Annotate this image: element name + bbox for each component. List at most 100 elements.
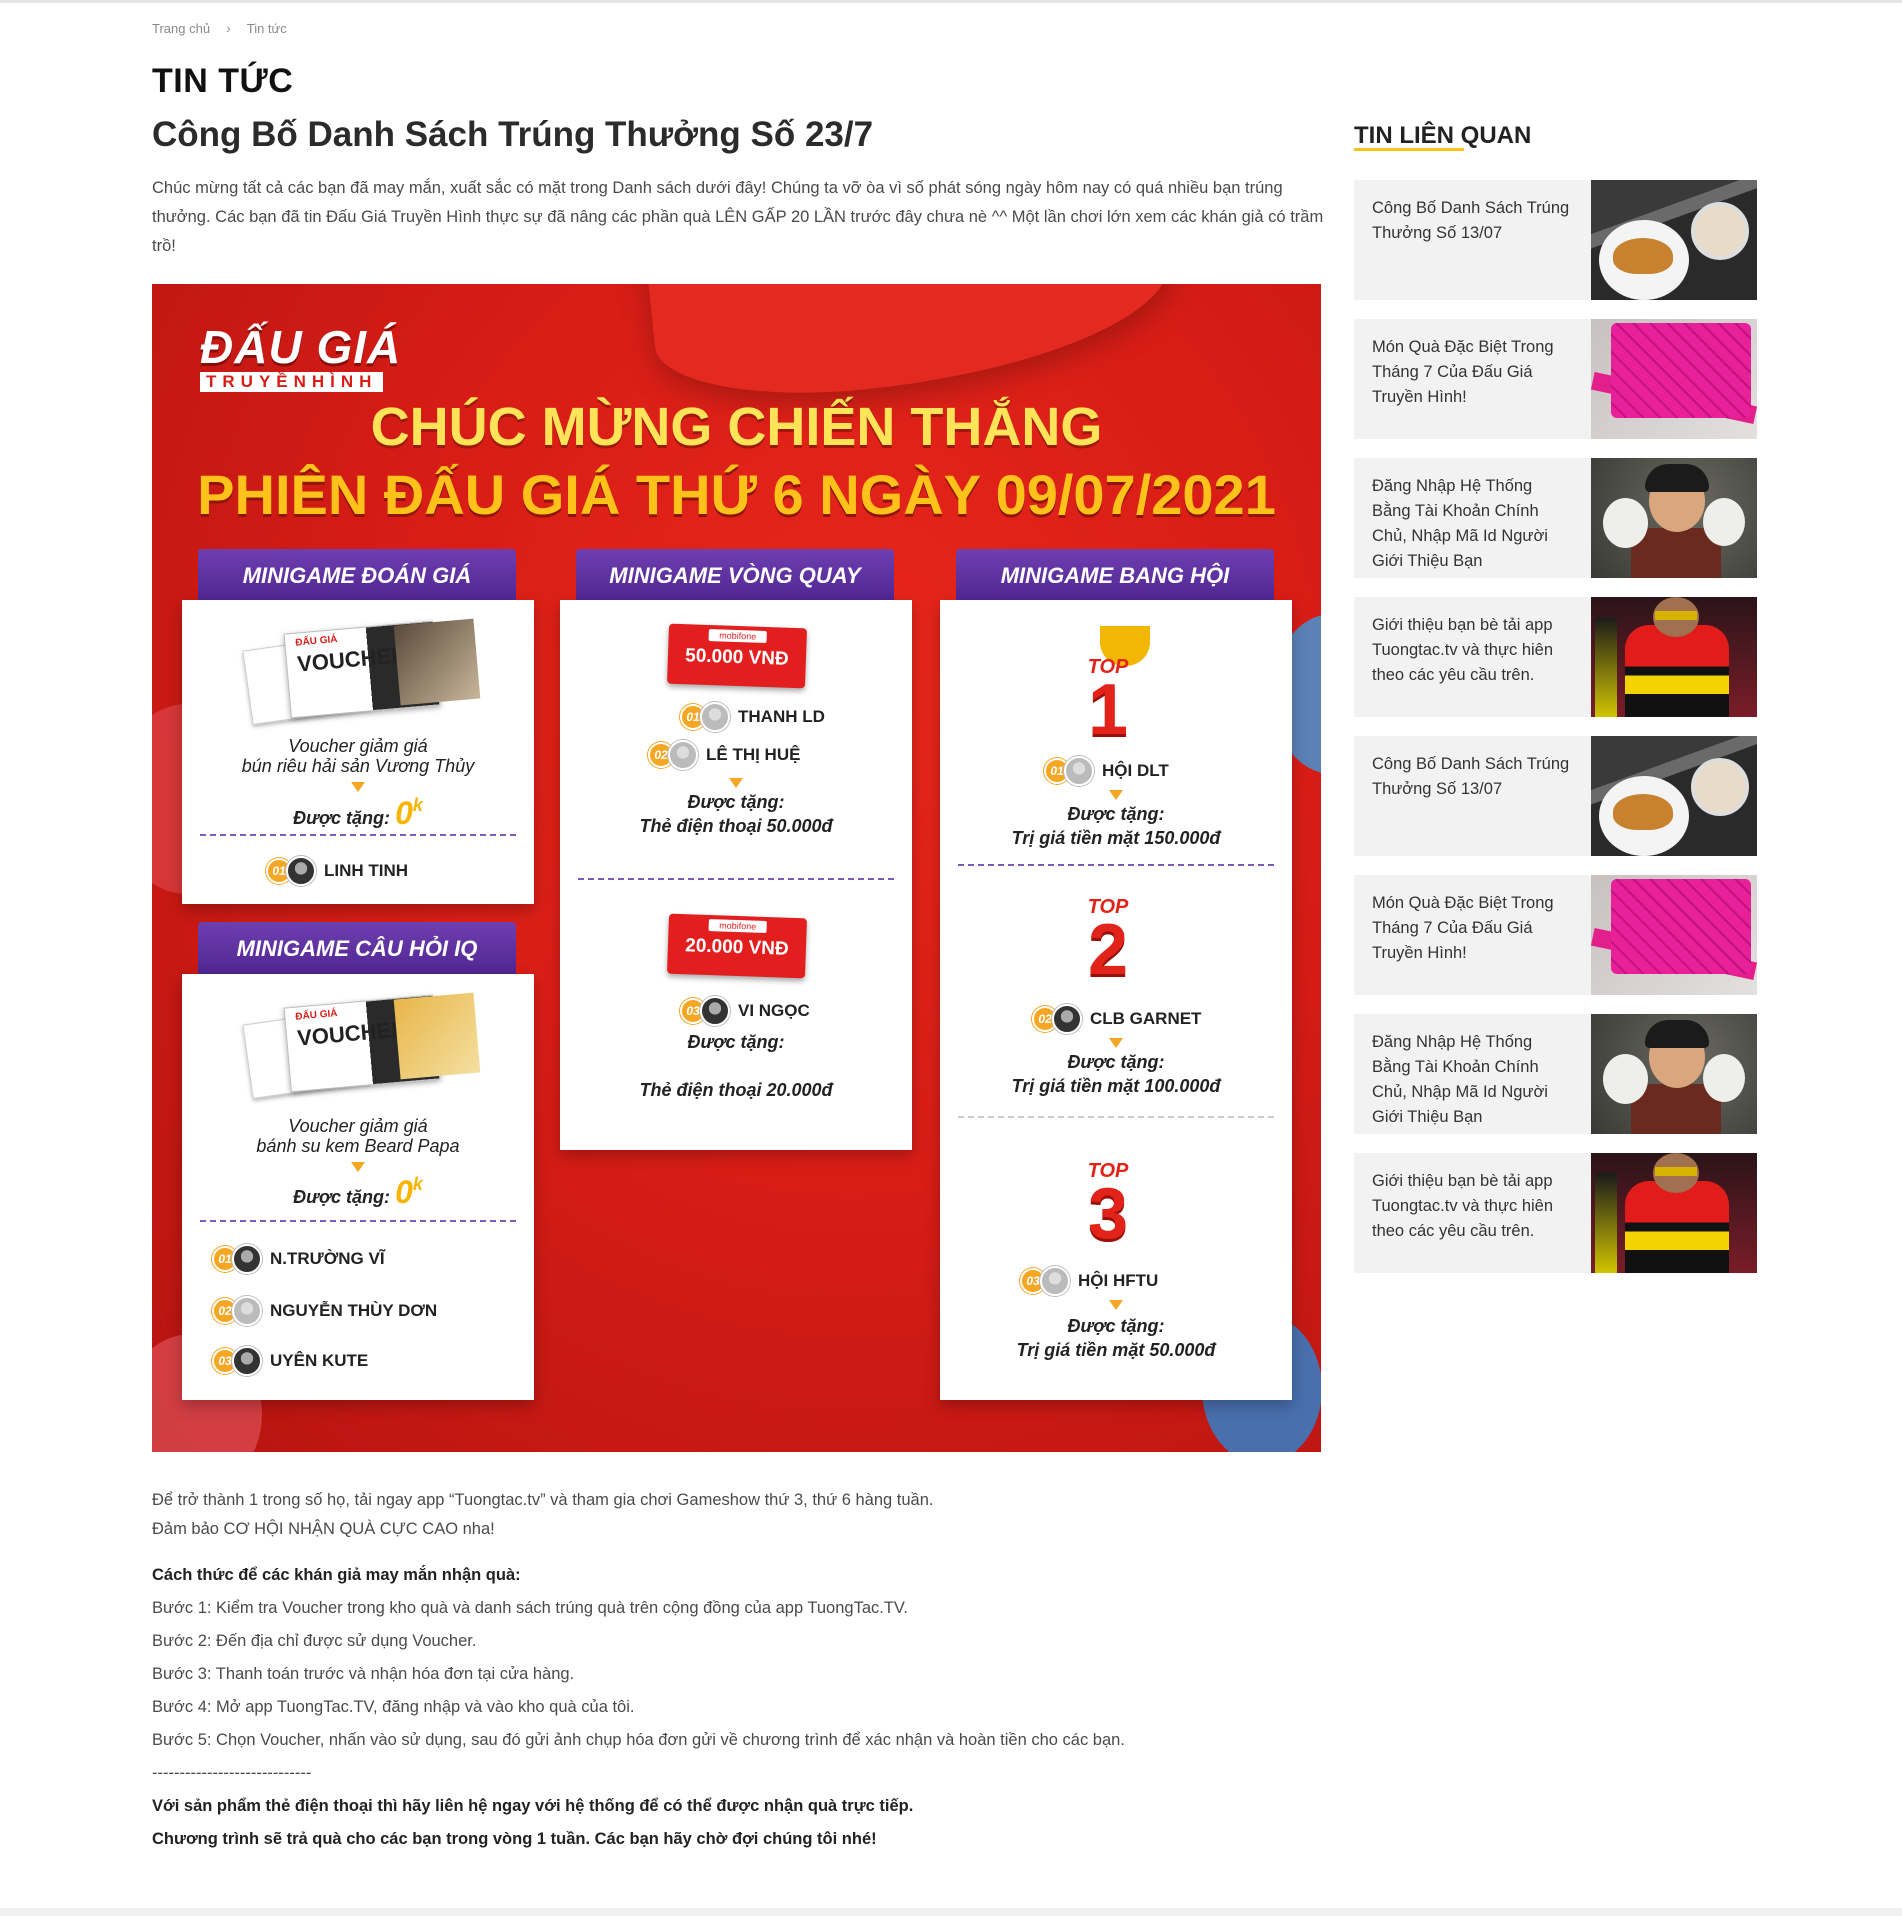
tab-minigame-guess: MINIGAME ĐOÁN GIÁ: [198, 549, 516, 603]
arrow-down-icon: [1109, 790, 1123, 800]
mobifone-logo: mobifone: [708, 919, 767, 934]
winner-name: NGUYỄN THÙY DƠN: [270, 1301, 438, 1320]
top-border: [0, 0, 1902, 3]
voucher-image: ĐẤU GIÁ VOUCHER: [242, 618, 481, 725]
winner-row: 02 CLB GARNET: [1032, 1004, 1201, 1034]
dashed-divider: [578, 878, 894, 880]
related-article-title: Công Bố Danh Sách Trúng Thưởng Số 13/07: [1372, 199, 1570, 242]
related-article-card[interactable]: Công Bố Danh Sách Trúng Thưởng Số 13/07: [1354, 180, 1757, 300]
top-1-icon: TOP 1: [1068, 656, 1148, 750]
article-intro: Chúc mừng tất cả các bạn đã may mắn, xuấ…: [152, 179, 1324, 255]
related-article-title: Đăng Nhập Hệ Thống Bằng Tài Khoản Chính …: [1372, 1033, 1548, 1126]
cta-line-1: Để trở thành 1 trong số họ, tải ngay app…: [152, 1491, 934, 1509]
dashed-divider: [958, 1116, 1274, 1118]
poster-logo: ĐẤU GIÁ TRUYỀNHÌNH: [200, 320, 401, 392]
arrow-down-icon: [351, 782, 365, 792]
child-photo-thumbnail: [1591, 458, 1757, 578]
step-1: Bước 1: Kiểm tra Voucher trong kho quà v…: [152, 1599, 908, 1617]
winner-name: UYÊN KUTE: [270, 1351, 369, 1370]
avatar: [1064, 756, 1094, 786]
winner-row: 01 LINH TINH: [266, 856, 408, 886]
prize-line: Được tặng: 0k: [182, 1174, 534, 1211]
top-number: 2: [1087, 910, 1129, 990]
prize-suffix: k: [412, 1174, 423, 1194]
winner-row: 02 NGUYỄN THÙY DƠN: [212, 1296, 437, 1326]
cta-line-2: Đảm bảo CƠ HỘI NHẬN QUÀ CỰC CAO nha!: [152, 1520, 495, 1538]
winner-name: HỘI DLT: [1102, 761, 1169, 780]
prize-value: Thẻ điện thoại 20.000đ: [639, 1080, 833, 1100]
dashed-divider: [958, 864, 1274, 866]
prize-label: Được tặng:: [1067, 1052, 1165, 1072]
related-article-card[interactable]: Món Quà Đặc Biệt Trong Tháng 7 Của Đấu G…: [1354, 875, 1757, 995]
handbag-photo-thumbnail: [1591, 319, 1757, 439]
step-2: Bước 2: Đến địa chỉ được sử dụng Voucher…: [152, 1632, 477, 1650]
winner-name: VI NGỌC: [738, 1001, 810, 1020]
winner-row: 01 THANH LD: [680, 702, 825, 732]
tab-minigame-wheel: MINIGAME VÒNG QUAY: [576, 549, 894, 603]
chevron-right-icon: ›: [226, 20, 231, 36]
top-number: 1: [1087, 670, 1129, 750]
voucher-word: VOUCHER: [296, 1016, 408, 1051]
closing-line-1: Với sản phẩm thẻ điện thoại thì hãy liên…: [152, 1797, 914, 1815]
dashed-divider: [200, 834, 516, 836]
section-heading: TIN TỨC: [152, 62, 294, 100]
prize-label: Được tặng:: [687, 792, 785, 812]
voucher-word: VOUCHER: [296, 642, 408, 677]
fashion-photo-thumbnail: [1591, 597, 1757, 717]
avatar: [286, 856, 316, 886]
winner-row: 01 N.TRƯỜNG VĨ: [212, 1244, 385, 1274]
tab-minigame-iq: MINIGAME CÂU HỎI IQ: [198, 922, 516, 976]
prize-label: Được tặng:: [1067, 1316, 1165, 1336]
winner-name: LÊ THỊ HUỆ: [706, 745, 801, 764]
avatar: [232, 1244, 262, 1274]
related-article-card[interactable]: Đăng Nhập Hệ Thống Bằng Tài Khoản Chính …: [1354, 458, 1757, 578]
avatar: [1040, 1266, 1070, 1296]
related-article-card[interactable]: Giới thiệu bạn bè tải app Tuongtac.tv và…: [1354, 597, 1757, 717]
arrow-down-icon: [351, 1162, 365, 1172]
breadcrumb-home-link[interactable]: Trang chủ: [152, 21, 210, 36]
prize-label: Được tặng:: [293, 1187, 391, 1207]
prize-value: 0: [395, 795, 413, 831]
child-photo-thumbnail: [1591, 1014, 1757, 1134]
prize-label: Được tặng:: [1067, 804, 1165, 824]
avatar: [668, 740, 698, 770]
related-article-card[interactable]: Công Bố Danh Sách Trúng Thưởng Số 13/07: [1354, 736, 1757, 856]
winner-name: CLB GARNET: [1090, 1009, 1202, 1028]
dashed-divider: [200, 1220, 516, 1222]
avatar: [232, 1296, 262, 1326]
tab-minigame-guild: MINIGAME BANG HỘI: [956, 549, 1274, 603]
related-article-title: Đăng Nhập Hệ Thống Bằng Tài Khoản Chính …: [1372, 477, 1548, 570]
phone-card-image: mobifone 50.000 VNĐ: [666, 623, 808, 689]
voucher-line-2: bún riêu hải sản Vương Thủy: [241, 756, 475, 776]
poster-logo-title: ĐẤU GIÁ: [200, 321, 402, 373]
voucher-line-1: Voucher giảm giá: [288, 1116, 428, 1136]
related-article-card[interactable]: Đăng Nhập Hệ Thống Bằng Tài Khoản Chính …: [1354, 1014, 1757, 1134]
food-photo-thumbnail: [1591, 736, 1757, 856]
prize-value: Thẻ điện thoại 50.000đ: [639, 816, 833, 836]
breadcrumb-current-link[interactable]: Tin tức: [247, 21, 287, 36]
related-article-title: Món Quà Đặc Biệt Trong Tháng 7 Của Đấu G…: [1372, 338, 1554, 406]
arrow-down-icon: [1109, 1038, 1123, 1048]
prize-value: Trị giá tiền mặt 150.000đ: [1011, 828, 1221, 848]
voucher-line-1: Voucher giảm giá: [288, 736, 428, 756]
winner-row: 03 UYÊN KUTE: [212, 1346, 368, 1376]
avatar: [700, 996, 730, 1026]
poster-ribbon-decoration: [645, 284, 1179, 411]
arrow-down-icon: [1109, 1300, 1123, 1310]
related-article-title: Giới thiệu bạn bè tải app Tuongtac.tv và…: [1372, 616, 1554, 684]
handbag-photo-thumbnail: [1591, 875, 1757, 995]
sidebar-title: TIN LIÊN QUAN: [1354, 122, 1532, 149]
fashion-photo-thumbnail: [1591, 1153, 1757, 1273]
winner-name: LINH TINH: [324, 861, 409, 880]
winners-poster-image[interactable]: ĐẤU GIÁ TRUYỀNHÌNH CHÚC MỪNG CHIẾN THẮNG…: [152, 284, 1321, 1452]
related-article-card[interactable]: Món Quà Đặc Biệt Trong Tháng 7 Của Đấu G…: [1354, 319, 1757, 439]
winner-row: 03 HỘI HFTU: [1020, 1266, 1158, 1296]
mobifone-logo: mobifone: [708, 629, 767, 644]
closing-line-2: Chương trình sẽ trả quà cho các bạn tron…: [152, 1830, 877, 1848]
prize-value: Trị giá tiền mặt 100.000đ: [1011, 1076, 1221, 1096]
sidebar-title-underline: [1354, 148, 1464, 151]
related-article-card[interactable]: Giới thiệu bạn bè tải app Tuongtac.tv và…: [1354, 1153, 1757, 1273]
phone-card-amount: 20.000 VNĐ: [684, 935, 790, 960]
card-minigame-guess: ĐẤU GIÁ VOUCHER Voucher giảm giá bún riêu…: [182, 600, 534, 904]
related-article-title: Món Quà Đặc Biệt Trong Tháng 7 Của Đấu G…: [1372, 894, 1554, 962]
